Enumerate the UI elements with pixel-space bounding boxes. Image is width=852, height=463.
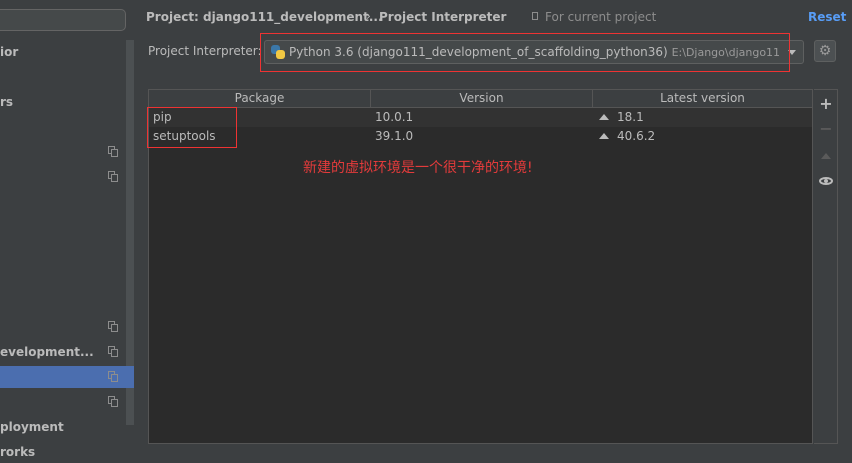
- interpreter-settings-button[interactable]: ⚙: [814, 40, 836, 62]
- sidebar-item-bug-tracker[interactable]: [0, 166, 126, 188]
- sidebar-item-languages[interactable]: [0, 316, 126, 338]
- project-scope-icon: [108, 146, 118, 157]
- upgrade-available-icon: [599, 133, 609, 139]
- upgrade-package-button[interactable]: [814, 145, 838, 167]
- show-early-releases-button[interactable]: [814, 170, 838, 192]
- sidebar-item-label: rorks: [0, 445, 36, 459]
- sidebar-item-deployment[interactable]: ployment: [0, 416, 126, 438]
- settings-sidebar: ior rs evelopment... ployment rorks: [0, 0, 134, 459]
- sidebar-item-label: rs: [0, 95, 14, 109]
- breadcrumb-project: Project: django111_development...: [146, 10, 383, 24]
- annotation-note: 新建的虚拟环境是一个很干净的环境!: [303, 160, 533, 176]
- annotation-box-interpreter: [260, 33, 790, 72]
- scope-label: For current project: [545, 10, 657, 24]
- upgrade-icon: [821, 153, 831, 159]
- sidebar-item-label: ior: [0, 45, 19, 59]
- sidebar-item-vcs[interactable]: [0, 141, 126, 163]
- project-scope-icon: [108, 321, 118, 332]
- gear-icon: ⚙: [818, 43, 832, 59]
- breadcrumb-page-title: Project Interpreter: [379, 10, 507, 24]
- project-scope-icon: [532, 12, 539, 21]
- settings-header: Project: django111_development... › Proj…: [135, 0, 852, 36]
- sidebar-item-label: evelopment...: [0, 345, 94, 359]
- upgrade-available-icon: [599, 114, 609, 120]
- settings-search-input[interactable]: [0, 9, 126, 31]
- sidebar-item-project-structure[interactable]: [0, 391, 126, 413]
- reset-link[interactable]: Reset: [808, 10, 846, 24]
- column-header-package[interactable]: Package: [149, 90, 371, 107]
- minus-icon: −: [819, 119, 833, 138]
- project-scope-icon: [108, 346, 118, 357]
- breadcrumb-separator: ›: [366, 9, 371, 23]
- project-scope-icon: [108, 396, 118, 407]
- table-row[interactable]: pip 10.0.1 18.1: [149, 108, 812, 127]
- sidebar-item-frameworks[interactable]: rorks: [0, 441, 126, 463]
- package-latest-version: 40.6.2: [617, 129, 656, 143]
- package-toolbar: + −: [814, 89, 838, 444]
- sidebar-item-editor[interactable]: ior: [0, 41, 126, 63]
- column-header-version[interactable]: Version: [371, 90, 593, 107]
- plus-icon: +: [819, 94, 833, 113]
- project-scope-icon: [108, 371, 118, 382]
- sidebar-item-project-interpreter[interactable]: [0, 366, 134, 388]
- project-scope-icon: [108, 171, 118, 182]
- sidebar-item-plugins[interactable]: rs: [0, 91, 126, 113]
- sidebar-item-label: ployment: [0, 420, 64, 434]
- add-package-button[interactable]: +: [814, 93, 838, 115]
- remove-package-button[interactable]: −: [814, 118, 838, 140]
- package-version: 39.1.0: [375, 129, 414, 143]
- package-latest-version: 18.1: [617, 110, 644, 124]
- annotation-box-packages: [147, 107, 237, 148]
- interpreter-label: Project Interpreter:: [148, 44, 262, 58]
- sidebar-item-project[interactable]: evelopment...: [0, 341, 126, 363]
- table-header: Package Version Latest version: [149, 90, 812, 108]
- package-table[interactable]: Package Version Latest version pip 10.0.…: [148, 89, 813, 444]
- column-header-latest-version[interactable]: Latest version: [593, 90, 812, 107]
- package-version: 10.0.1: [375, 110, 414, 124]
- table-row[interactable]: setuptools 39.1.0 40.6.2: [149, 127, 812, 146]
